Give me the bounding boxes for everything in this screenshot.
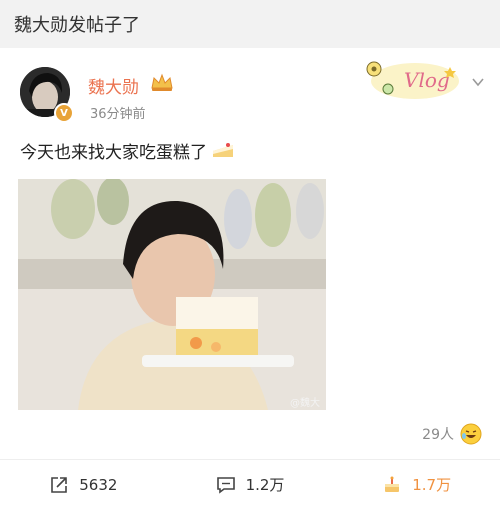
repost-button[interactable]: 5632 — [0, 475, 167, 495]
repost-count: 5632 — [79, 475, 118, 494]
comment-button[interactable]: 1.2万 — [167, 474, 334, 495]
vlog-sticker-text: Vlog — [404, 68, 450, 92]
reaction-summary[interactable]: 29人 — [422, 423, 482, 445]
comment-icon — [216, 476, 235, 494]
action-bar: 5632 1.2万 1.7万 — [0, 460, 500, 509]
page-title: 魏大勋发帖子了 — [14, 15, 140, 36]
like-button[interactable]: 1.7万 — [333, 474, 500, 495]
post-photo[interactable] — [18, 179, 326, 410]
share-icon — [51, 476, 68, 493]
reaction-count: 29人 — [422, 427, 454, 443]
like-count: 1.7万 — [412, 476, 452, 494]
comment-count: 1.2万 — [245, 476, 285, 494]
page-header: 魏大勋发帖子了 — [0, 0, 500, 48]
crown-icon — [151, 73, 173, 91]
photo-watermark: @魏大 — [290, 398, 320, 409]
post-body: 今天也来找大家吃蛋糕了 — [20, 138, 235, 163]
cake-icon — [213, 142, 233, 157]
username[interactable]: 魏大勋 — [88, 73, 139, 98]
post-time: 36分钟前 — [90, 107, 146, 122]
laugh-emoji-icon — [460, 423, 482, 445]
verified-badge-icon: V — [54, 103, 74, 123]
chevron-down-icon[interactable] — [470, 74, 486, 90]
vlog-sticker: Vlog — [366, 61, 459, 99]
cake-like-icon — [385, 476, 400, 492]
post-text: 今天也来找大家吃蛋糕了 — [20, 143, 207, 163]
